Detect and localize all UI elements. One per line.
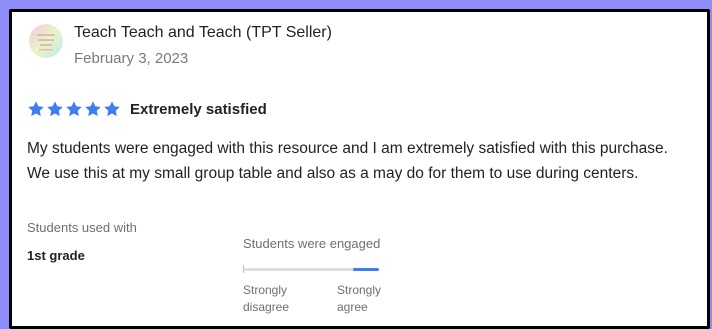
students-used-with-value: 1st grade [27, 248, 85, 263]
review-body-line: My students were engaged with this resou… [27, 140, 668, 157]
engagement-scale [243, 268, 379, 271]
engagement-label: Students were engaged [243, 236, 381, 251]
engagement-scale-fill [353, 268, 379, 271]
reviewer-name[interactable]: Teach Teach and Teach (TPT Seller) [74, 24, 332, 42]
star-rating [27, 100, 121, 118]
seller-avatar-icon[interactable] [29, 24, 63, 58]
review-card: Teach Teach and Teach (TPT Seller) Febru… [9, 9, 710, 329]
students-used-with-label: Students used with [27, 220, 137, 235]
engagement-high-label: Strongly agree [337, 283, 382, 314]
star-icon [66, 101, 82, 117]
review-date: February 3, 2023 [74, 50, 189, 67]
rating-title: Extremely satisfied [130, 100, 267, 118]
review-body-line: We use this at my small group table and … [27, 165, 639, 182]
star-icon [28, 101, 44, 117]
star-icon [47, 101, 63, 117]
star-icon [85, 101, 101, 117]
review-body: My students were engaged with this resou… [27, 136, 697, 186]
star-icon [104, 101, 120, 117]
engagement-scale-tick [243, 265, 244, 273]
engagement-low-label: Strongly disagree [243, 283, 290, 314]
rating-row: Extremely satisfied [27, 100, 267, 118]
